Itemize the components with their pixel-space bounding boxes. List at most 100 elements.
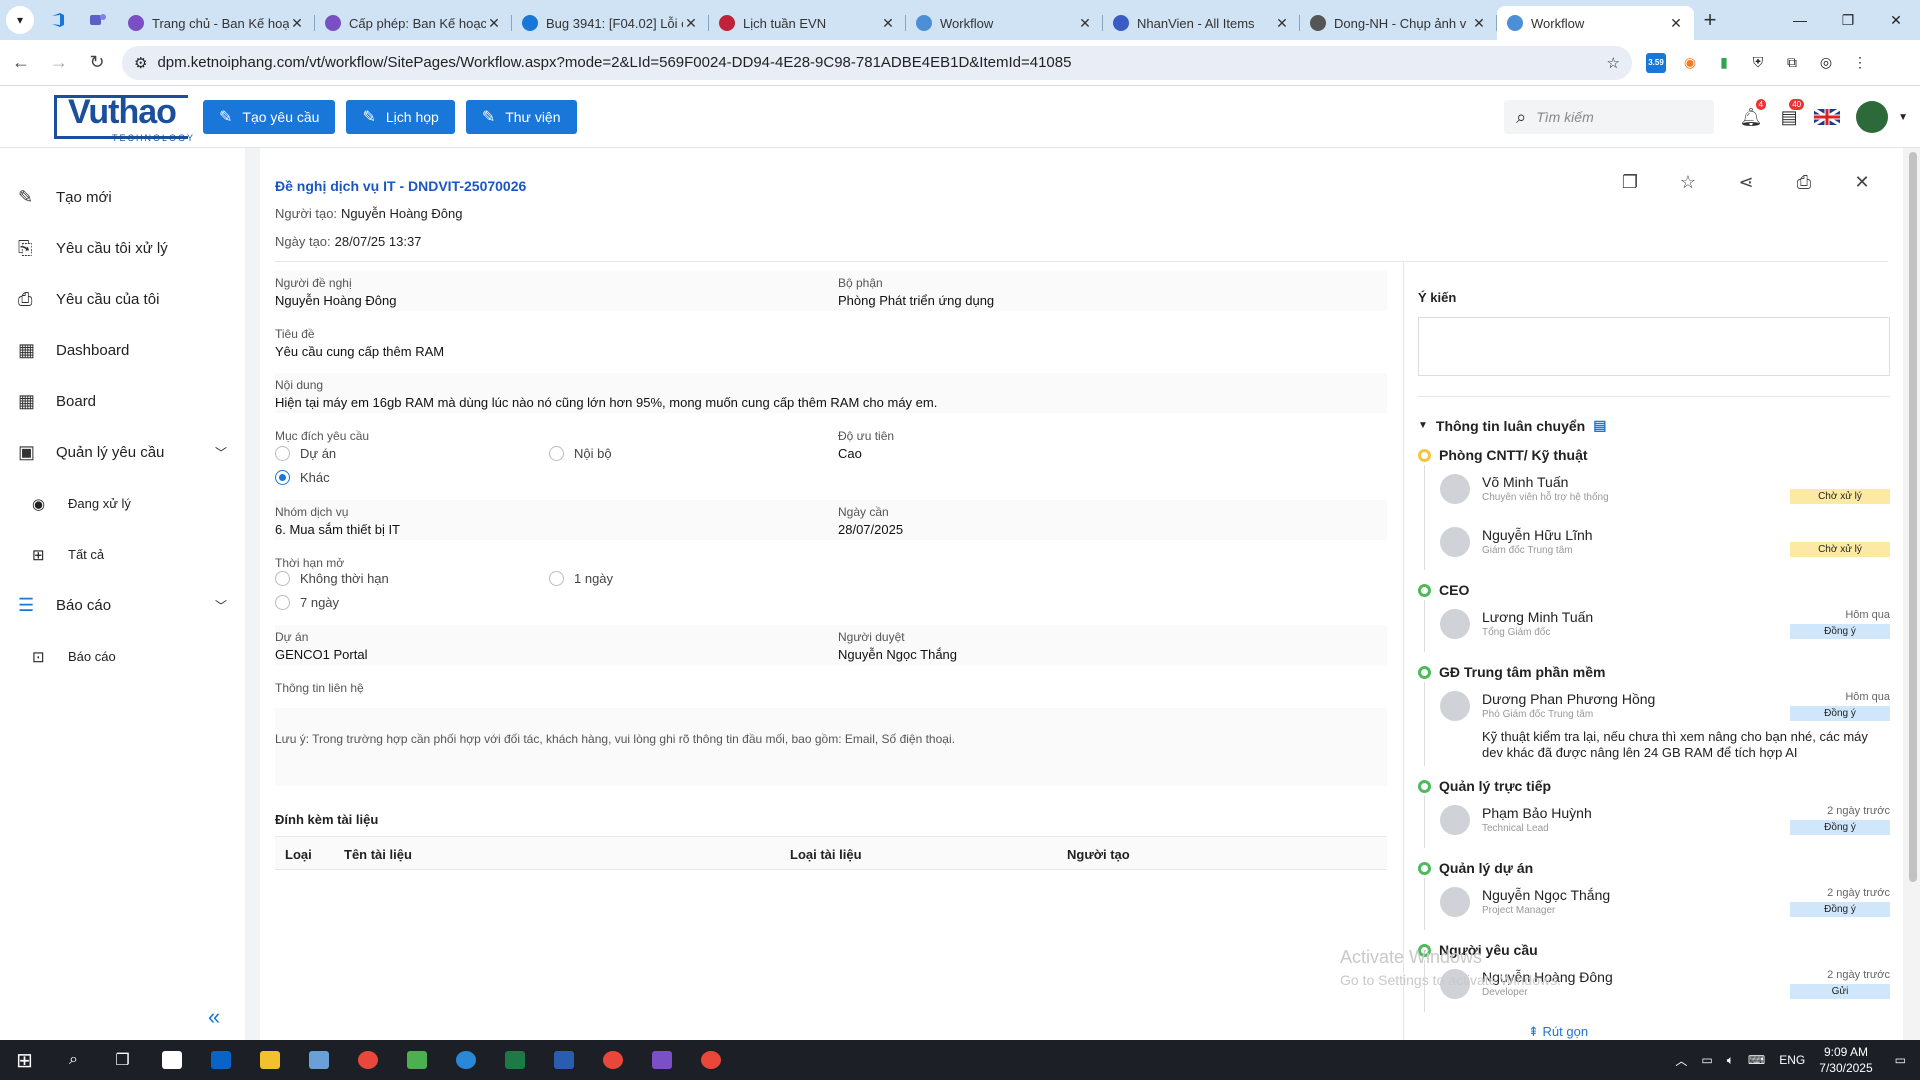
sidebar-item-board[interactable]: ▦ Board [0, 376, 245, 427]
sidebar-item-create[interactable]: ✎ Tạo mới [0, 172, 245, 223]
timeline-toggle[interactable]: ▼ Thông tin luân chuyển ▤ [1418, 417, 1606, 434]
purpose-radio-internal[interactable]: Nội bộ [549, 446, 612, 461]
tab-close-icon[interactable]: ✕ [289, 15, 305, 32]
notepad-icon[interactable] [392, 1040, 441, 1080]
word-icon[interactable] [539, 1040, 588, 1080]
network-icon[interactable]: ▭ [1701, 1053, 1712, 1067]
period-radio-1-day[interactable]: 1 ngày [549, 571, 613, 586]
reload-button[interactable]: ↻ [80, 46, 114, 80]
sidebar-item-request-management[interactable]: ▣ Quản lý yêu cầu ﹀ [0, 427, 245, 478]
chat-app-icon[interactable] [441, 1040, 490, 1080]
browser-tab[interactable]: Cấp phép: Ban Kế hoạch ✕ [315, 6, 512, 40]
period-radio-7-days[interactable]: 7 ngày [275, 595, 339, 610]
bookmark-star-icon[interactable]: ☆ [1607, 54, 1620, 72]
column-header-name[interactable]: Tên tài liệu [344, 847, 412, 862]
forward-button[interactable]: → [42, 46, 76, 80]
sidebar-item-assigned-to-me[interactable]: ⎘ Yêu cầu tôi xử lý [0, 223, 245, 274]
restore-button[interactable]: ❐ [1824, 0, 1872, 40]
sidebar-item-dashboard[interactable]: ▦ Dashboard [0, 325, 245, 376]
close-icon[interactable]: ✕ [1833, 172, 1891, 193]
favorite-star-icon[interactable]: ☆ [1659, 172, 1717, 193]
clock[interactable]: 9:09 AM 7/30/2025 [1819, 1044, 1872, 1076]
language-flag-icon[interactable] [1808, 109, 1846, 125]
back-button[interactable]: ← [4, 46, 38, 80]
tab-search-button[interactable]: ▾ [6, 6, 34, 34]
network-app-icon[interactable] [294, 1040, 343, 1080]
scrollbar-thumb[interactable] [1909, 152, 1917, 882]
browser-menu-icon[interactable]: ⋮ [1850, 53, 1870, 73]
chrome-profile-icon[interactable] [588, 1040, 637, 1080]
input-method-icon[interactable]: ⌨ [1748, 1053, 1765, 1067]
notification-bell-icon[interactable]: 🔔︎ 4 [1732, 98, 1770, 128]
visual-studio-icon[interactable] [637, 1040, 686, 1080]
extension-orange-icon[interactable]: ◉ [1680, 53, 1700, 73]
comment-textarea[interactable] [1418, 317, 1890, 376]
collapse-timeline-button[interactable]: ⇞ Rút gọn [1528, 1024, 1588, 1040]
vuthao-logo[interactable]: Vuthao TECHNOLOGY [54, 91, 193, 143]
period-radio-unlimited[interactable]: Không thời hạn [275, 571, 389, 586]
browser-tab[interactable]: NhanVien - All Items ✕ [1103, 6, 1300, 40]
documents-icon[interactable]: ▤ 40 [1770, 98, 1808, 128]
pinned-tab-devops[interactable] [38, 0, 78, 40]
close-window-button[interactable]: ✕ [1872, 0, 1920, 40]
tab-close-icon[interactable]: ✕ [1077, 15, 1093, 32]
search-input[interactable]: ⌕ Tìm kiếm [1504, 100, 1715, 134]
excel-icon[interactable] [490, 1040, 539, 1080]
sidebar-item-all[interactable]: ⊞ Tất cả [0, 529, 245, 580]
extension-shield-icon[interactable]: ⛨ [1748, 53, 1768, 73]
extensions-puzzle-icon[interactable]: ⧉ [1782, 53, 1802, 73]
new-tab-button[interactable]: + [1694, 4, 1726, 36]
pinned-tab-teams[interactable] [78, 0, 118, 40]
purpose-radio-other[interactable]: Khác [275, 470, 330, 485]
notion-icon[interactable] [147, 1040, 196, 1080]
column-header-creator[interactable]: Người tạo [1067, 847, 1130, 862]
user-avatar[interactable] [1856, 101, 1889, 133]
column-header-type[interactable]: Loại [285, 847, 312, 862]
extension-icon[interactable]: 3.59 [1646, 52, 1666, 73]
tab-close-icon[interactable]: ✕ [1668, 15, 1684, 32]
browser-tab[interactable]: Lịch tuần EVN ✕ [709, 6, 906, 40]
extension-green-icon[interactable]: ▮ [1714, 53, 1734, 73]
tab-close-icon[interactable]: ✕ [486, 15, 502, 32]
task-view-icon[interactable]: ❐ [98, 1040, 147, 1080]
tab-close-icon[interactable]: ✕ [880, 15, 896, 32]
file-explorer-icon[interactable] [245, 1040, 294, 1080]
library-button[interactable]: ✎ Thư viện [465, 99, 577, 134]
volume-icon[interactable]: 🔈︎ [1727, 1053, 1734, 1068]
user-menu-caret-icon[interactable]: ▼ [1898, 112, 1908, 123]
chrome-icon[interactable] [343, 1040, 392, 1080]
print-icon[interactable]: ⎙ [1775, 172, 1833, 193]
chevron-up-icon[interactable]: ︿ [1675, 1052, 1687, 1069]
language-indicator[interactable]: ENG [1779, 1053, 1805, 1067]
outlook-icon[interactable] [196, 1040, 245, 1080]
column-header-doc-type[interactable]: Loại tài liệu [790, 847, 862, 862]
notification-center-icon[interactable]: ▭ [1895, 1053, 1906, 1067]
url-bar[interactable]: ⚙ dpm.ketnoiphang.com/vt/workflow/SitePa… [122, 45, 1632, 80]
page-scrollbar[interactable] [1906, 148, 1920, 1040]
collapse-sidebar-icon[interactable]: « [208, 1004, 220, 1030]
browser-tab[interactable]: Workflow ✕ [906, 6, 1103, 40]
sidebar-item-in-progress[interactable]: ◉ Đang xử lý [0, 478, 245, 529]
profile-icon[interactable]: ◎ [1816, 53, 1836, 73]
browser-tab[interactable]: Workflow ✕ [1497, 6, 1694, 40]
search-icon[interactable]: ⌕ [49, 1040, 98, 1080]
chrome-alt-icon[interactable] [686, 1040, 735, 1080]
sidebar-item-my-requests[interactable]: ⎙ Yêu cầu của tôi [0, 274, 245, 325]
tab-close-icon[interactable]: ✕ [683, 15, 699, 32]
sidebar-item-reports[interactable]: ☰ Báo cáo ﹀ [0, 580, 245, 631]
browser-tab[interactable]: Dong-NH - Chụp ảnh v ✕ [1300, 6, 1497, 40]
purpose-radio-project[interactable]: Dự án [275, 446, 336, 461]
browser-tab[interactable]: Trang chủ - Ban Kế hoạch ✕ [118, 6, 315, 40]
copy-icon[interactable]: ❐ [1601, 172, 1659, 193]
create-request-button[interactable]: ✎ Tạo yêu cầu [203, 99, 336, 134]
meeting-schedule-button[interactable]: ✎ Lịch họp [346, 99, 455, 134]
tab-close-icon[interactable]: ✕ [1471, 15, 1487, 32]
minimize-button[interactable]: — [1776, 0, 1824, 40]
windows-start-icon[interactable]: ⊞ [0, 1040, 49, 1080]
share-icon[interactable]: ⋖ [1717, 172, 1775, 193]
document-list-icon[interactable]: ▤ [1593, 417, 1606, 434]
sidebar-item-report[interactable]: ⊡ Báo cáo [0, 631, 245, 682]
tab-close-icon[interactable]: ✕ [1274, 15, 1290, 32]
site-info-icon[interactable]: ⚙ [134, 54, 147, 72]
browser-tab[interactable]: Bug 3941: [F04.02] Lỗi c ✕ [512, 6, 709, 40]
